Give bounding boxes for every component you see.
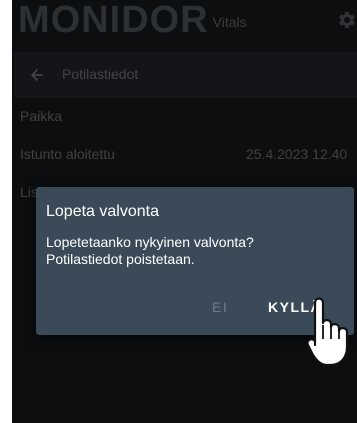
dialog-message-line-1: Lopetetaanko nykyinen valvonta? [46, 234, 254, 250]
hand-pointer-icon [307, 297, 349, 367]
dialog-message: Lopetetaanko nykyinen valvonta? Potilast… [46, 234, 336, 268]
dialog-message-line-2: Potilastiedot poistetaan. [46, 251, 195, 267]
dialog-title: Lopeta valvonta [46, 203, 159, 220]
no-button[interactable]: EI [212, 299, 228, 315]
